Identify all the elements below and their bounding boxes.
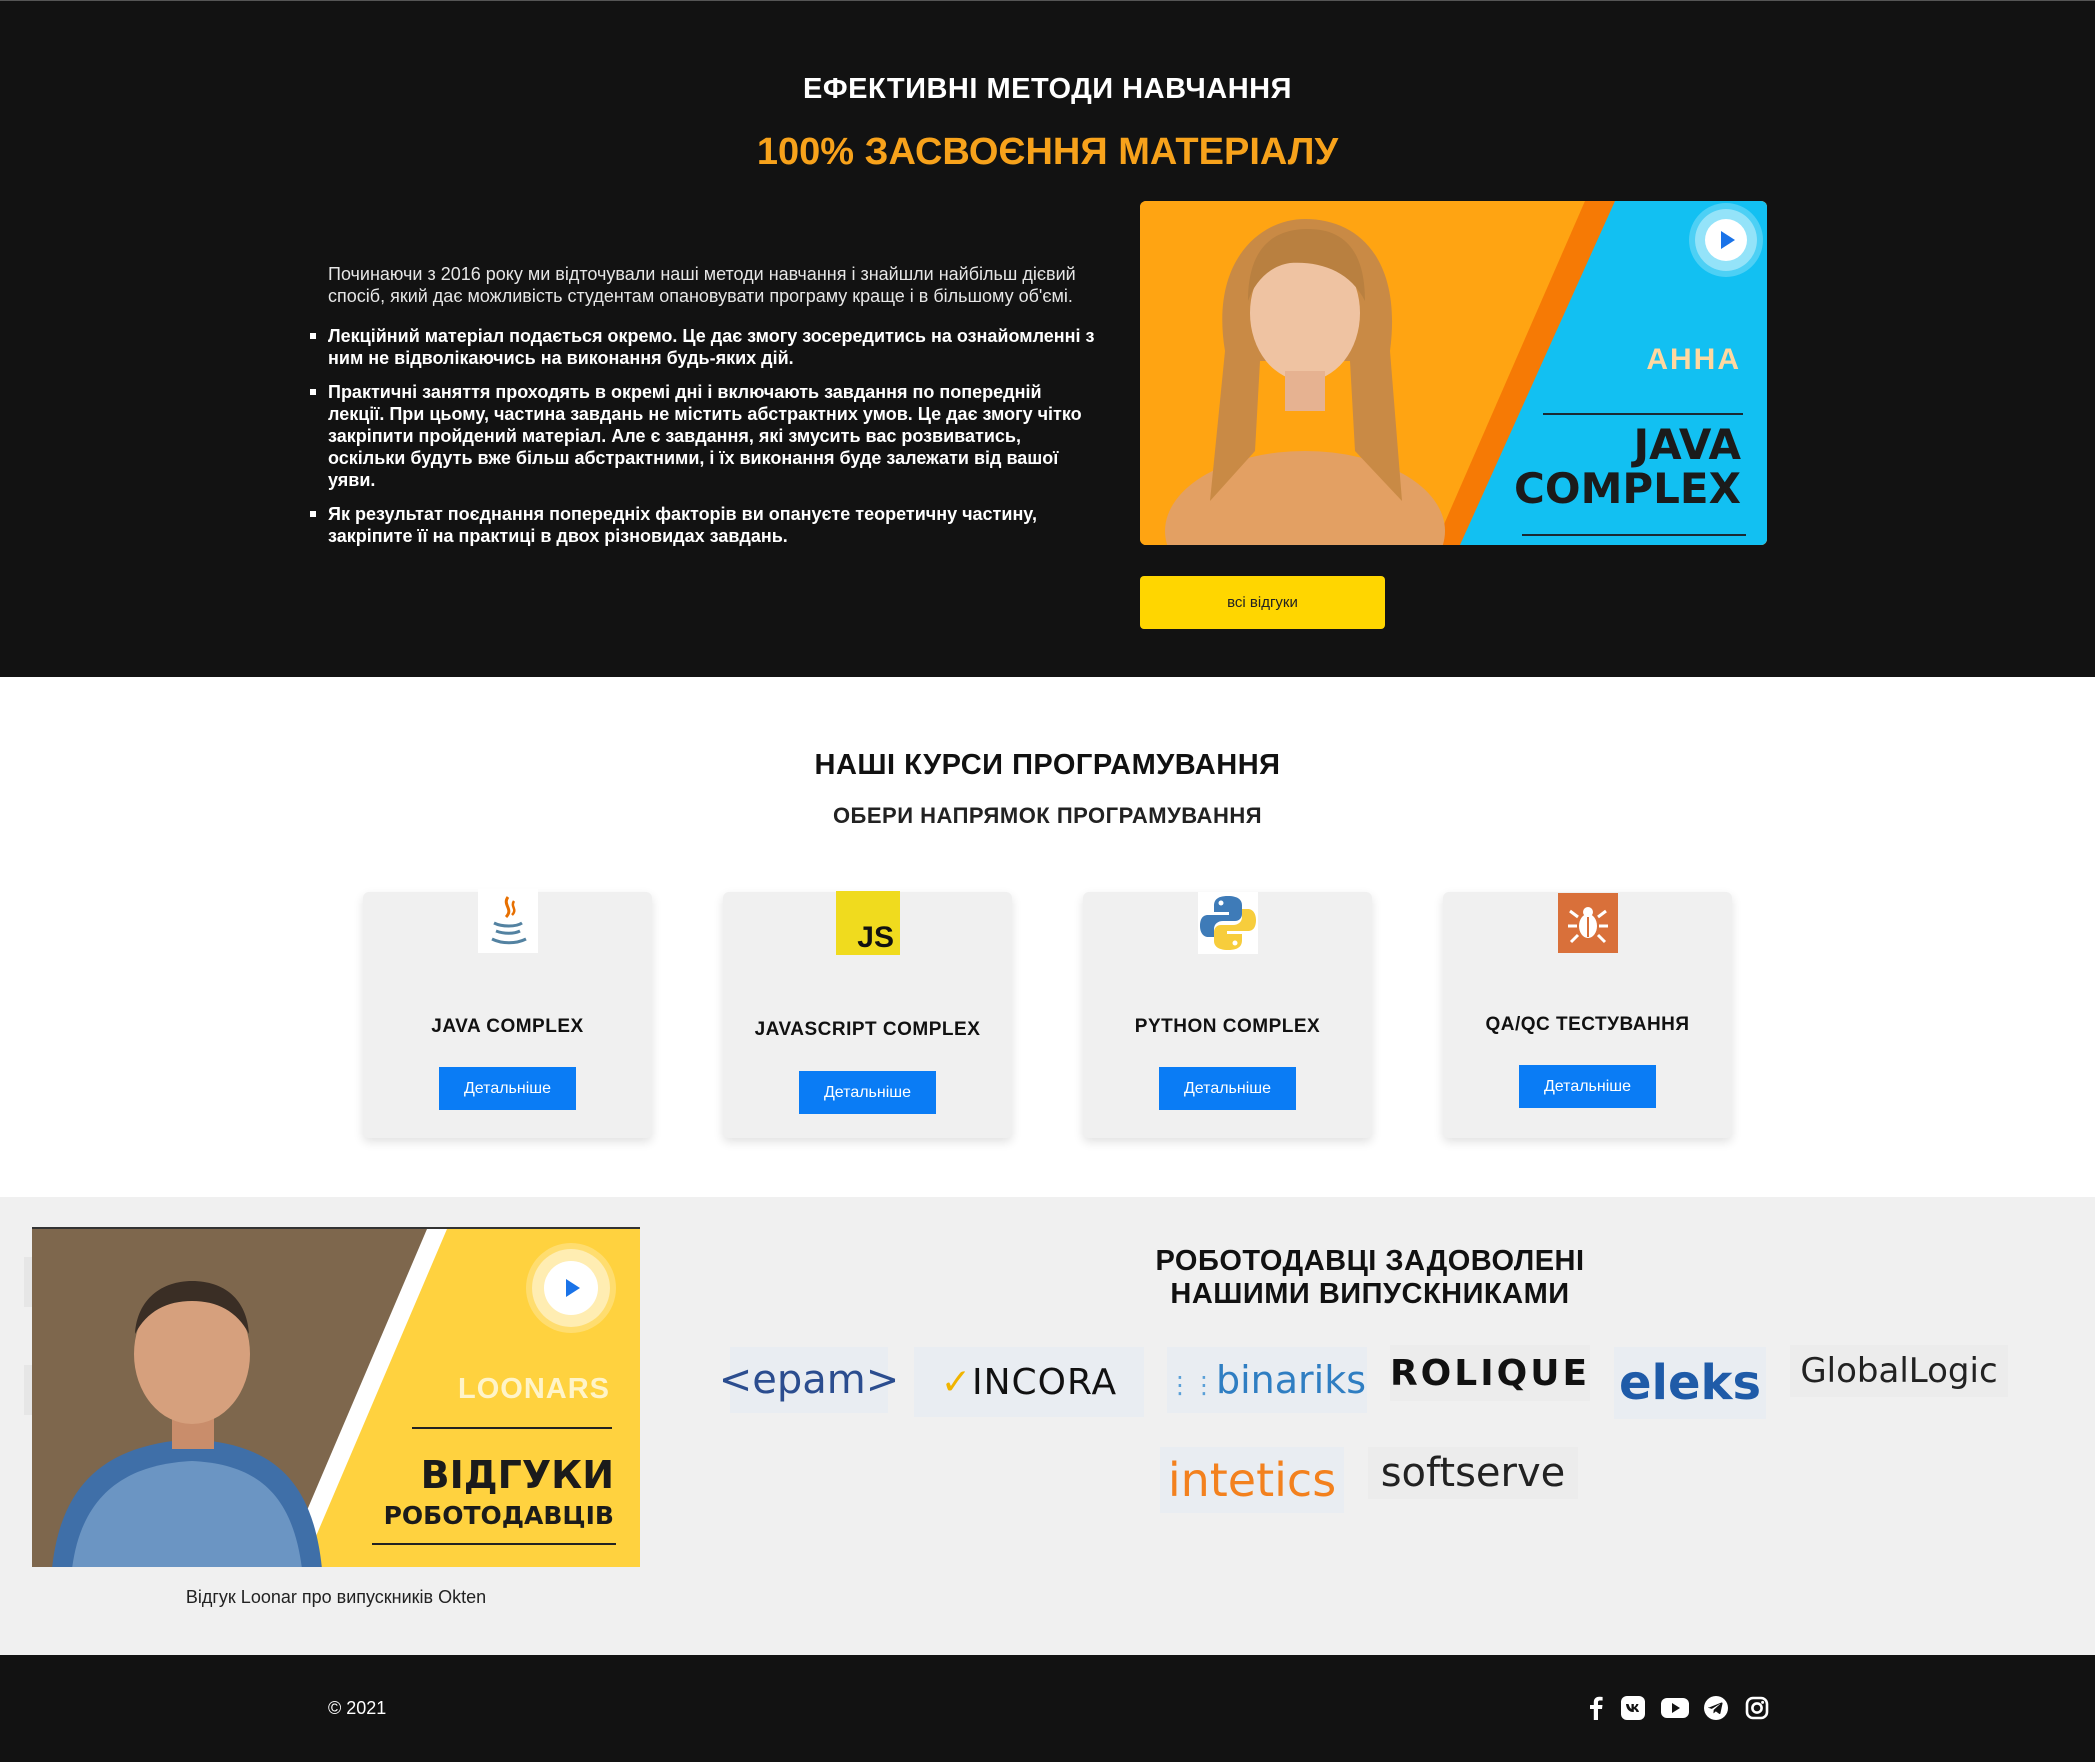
instagram-icon[interactable] <box>1744 1695 1770 1721</box>
course-details-button[interactable]: Детальніше <box>799 1071 936 1114</box>
courses-title: НАШІ КУРСИ ПРОГРАМУВАННЯ <box>814 749 1281 781</box>
methods-bullet: Лекційний матеріал подається окремо. Це … <box>310 325 1098 369</box>
student-review-video[interactable]: АННА JAVA COMPLEX <box>1140 201 1767 545</box>
side-tab <box>24 1257 32 1307</box>
javascript-icon-text: JS <box>857 921 894 954</box>
video-title-line: ВІДГУКИ <box>420 1453 614 1497</box>
divider <box>372 1543 616 1545</box>
methods-bullet: Як результат поєднання попередніх фактор… <box>310 503 1098 547</box>
play-button[interactable] <box>1695 209 1757 271</box>
copyright: © 2021 <box>328 1698 387 1718</box>
footer: © 2021 <box>0 1655 2095 1762</box>
course-card-javascript[interactable]: JS JAVASCRIPT COMPLEX Детальніше <box>723 891 1012 1138</box>
methods-title: ЕФЕКТИВНІ МЕТОДИ НАВЧАННЯ <box>803 73 1292 105</box>
course-card-python[interactable]: PYTHON COMPLEX Детальніше <box>1083 892 1372 1138</box>
employers-title-line: НАШИМИ ВИПУСКНИКАМИ <box>1170 1278 1570 1310</box>
courses-subtitle: ОБЕРИ НАПРЯМОК ПРОГРАМУВАННЯ <box>832 803 1263 828</box>
all-reviews-button[interactable]: всі відгуки <box>1140 576 1385 629</box>
course-details-button[interactable]: Детальніше <box>439 1067 576 1110</box>
methods-bullet: Практичні заняття проходять в окремі дні… <box>310 381 1098 491</box>
video-brand: LOONARS <box>458 1373 610 1405</box>
video-course-title: JAVA COMPLEX <box>1514 423 1741 511</box>
video-caption: Відгук Loonar про випускників Okten <box>185 1587 487 1607</box>
telegram-icon[interactable] <box>1703 1695 1729 1721</box>
javascript-icon: JS <box>836 891 900 955</box>
employer-logo-binariks: ⋮⋮binariks <box>1167 1347 1367 1413</box>
employer-logo-eleks: eleks <box>1614 1347 1766 1419</box>
course-details-button[interactable]: Детальніше <box>1519 1065 1656 1108</box>
divider <box>1543 413 1743 415</box>
employers-title-line: РОБОТОДАВЦІ ЗАДОВОЛЕНІ <box>1155 1245 1585 1277</box>
course-name: PYTHON COMPLEX <box>1134 1016 1321 1037</box>
youtube-icon[interactable] <box>1660 1695 1690 1721</box>
methods-section: ЕФЕКТИВНІ МЕТОДИ НАВЧАННЯ 100% ЗАСВОЄННЯ… <box>0 0 2095 677</box>
play-icon <box>1705 219 1747 261</box>
methods-intro: Починаючи з 2016 року ми відточували наш… <box>328 264 1076 306</box>
employers-section: LOONARS ВІДГУКИ РОБОТОДАВЦІВ Відгук Loon… <box>0 1197 2095 1655</box>
divider <box>1522 534 1746 536</box>
employer-logo-incora: ✓INCORA <box>914 1347 1144 1417</box>
employer-logo-epam: <epam> <box>719 1347 899 1413</box>
video-course-line: COMPLEX <box>1514 464 1741 513</box>
course-name: JAVA COMPLEX <box>431 1016 584 1037</box>
video-course-line: JAVA <box>1633 420 1741 469</box>
methods-description: Починаючи з 2016 року ми відточували наш… <box>310 263 1098 559</box>
java-icon <box>478 889 538 953</box>
vk-icon[interactable] <box>1620 1695 1646 1721</box>
employer-review-video[interactable]: LOONARS ВІДГУКИ РОБОТОДАВЦІВ <box>32 1227 640 1567</box>
employers-title: РОБОТОДАВЦІ ЗАДОВОЛЕНІ НАШИМИ ВИПУСКНИКА… <box>1080 1245 1660 1311</box>
course-card-java[interactable]: JAVA COMPLEX Детальніше <box>363 889 652 1138</box>
courses-section: НАШІ КУРСИ ПРОГРАМУВАННЯ ОБЕРИ НАПРЯМОК … <box>0 677 2095 1197</box>
employer-logo-globallogic: GlobalLogic <box>1790 1345 2008 1397</box>
divider <box>412 1427 612 1429</box>
course-details-button[interactable]: Детальніше <box>1159 1067 1296 1110</box>
video-student-name: АННА <box>1646 343 1741 376</box>
video-title-line: РОБОТОДАВЦІВ <box>383 1501 614 1530</box>
course-name: QA/QC ТЕСТУВАННЯ <box>1485 1014 1690 1035</box>
bug-icon <box>1558 892 1618 954</box>
play-button[interactable] <box>532 1249 610 1327</box>
side-tab <box>24 1365 32 1415</box>
methods-list: Лекційний матеріал подається окремо. Це … <box>310 325 1098 547</box>
employer-logo-rolique: ROLIQUE <box>1390 1345 1590 1401</box>
python-icon <box>1198 892 1258 954</box>
course-name: JAVASCRIPT COMPLEX <box>754 1019 981 1040</box>
employer-logo-softserve: softserve <box>1368 1447 1578 1499</box>
facebook-icon[interactable] <box>1583 1695 1609 1721</box>
course-card-qa[interactable]: QA/QC ТЕСТУВАННЯ Детальніше <box>1443 892 1732 1138</box>
employer-logo-intetics: intetics <box>1160 1447 1344 1513</box>
methods-subtitle: 100% ЗАСВОЄННЯ МАТЕРІАЛУ <box>756 131 1339 173</box>
play-icon <box>544 1261 598 1315</box>
